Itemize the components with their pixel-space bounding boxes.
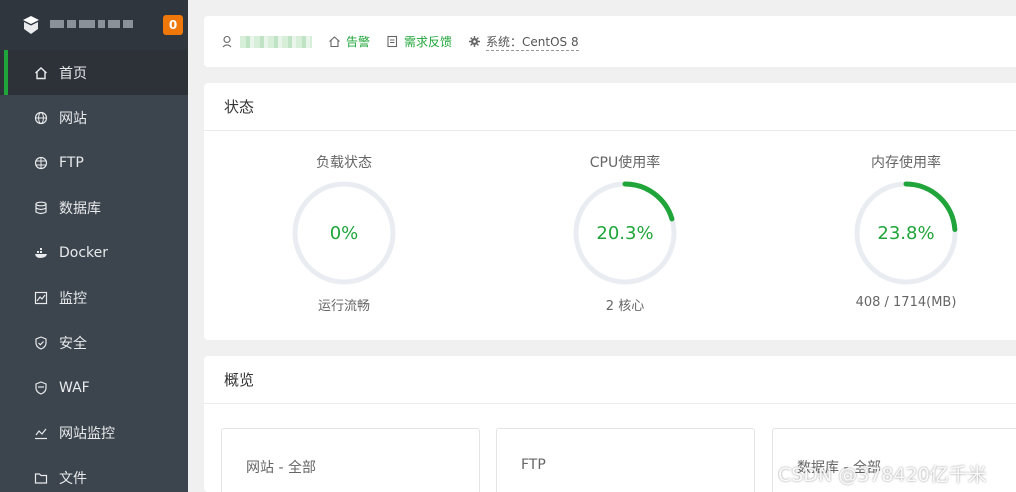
- gauge-value: 20.3%: [596, 223, 653, 244]
- shield-icon: [34, 335, 48, 350]
- sidebar-item-label: 数据库: [59, 200, 101, 217]
- gauge-label: 内存使用率: [871, 155, 941, 171]
- status-panel: 状态 负载状态 0% 运行流畅 CPU使用率 20.3% 2 核心 内存使用率 …: [204, 83, 1016, 340]
- sidebar-item-label: Docker: [59, 244, 109, 261]
- watermark: CSDN @378420亿千米: [778, 464, 987, 486]
- card-label: 网站 - 全部: [246, 460, 316, 476]
- sidebar: 0 首页 网站 FTP 数据库 Docker 监控 安全 WAF 网站监控 文件: [0, 0, 188, 492]
- gauge-label: 负载状态: [316, 155, 372, 171]
- sidebar-item-database[interactable]: 数据库: [0, 185, 188, 230]
- feedback-link[interactable]: 需求反馈: [386, 33, 452, 50]
- overview-title: 概览: [204, 356, 1016, 404]
- sidebar-item-label: 监控: [59, 290, 87, 307]
- cpu-gauge[interactable]: CPU使用率 20.3% 2 核心: [555, 153, 695, 314]
- gauge-value: 23.8%: [877, 223, 934, 244]
- sidebar-item-ftp[interactable]: FTP: [0, 140, 188, 185]
- sidebar-item-label: FTP: [59, 154, 84, 171]
- sidebar-item-home[interactable]: 首页: [0, 50, 188, 95]
- sidebar-item-website[interactable]: 网站: [0, 95, 188, 140]
- gauge-label: CPU使用率: [589, 155, 661, 171]
- sidebar-header: 0: [0, 0, 188, 50]
- system-label: 系统：CentOS 8: [486, 34, 579, 51]
- memory-gauge[interactable]: 内存使用率 23.8% 408 / 1714(MB): [836, 153, 976, 310]
- database-icon: [34, 201, 48, 215]
- home-icon: [34, 66, 48, 80]
- monitor-chart-icon: [34, 291, 48, 305]
- sidebar-item-docker[interactable]: Docker: [0, 230, 188, 275]
- sidebar-item-site-monitor[interactable]: 网站监控: [0, 410, 188, 455]
- notification-badge[interactable]: 0: [163, 15, 183, 35]
- sidebar-item-label: 安全: [59, 335, 87, 352]
- feedback-label: 需求反馈: [404, 35, 453, 49]
- sidebar-item-label: WAF: [59, 379, 90, 396]
- gauge-ring: 0%: [292, 181, 396, 285]
- docker-icon: [34, 246, 48, 260]
- server-hostname-obscured: [50, 16, 140, 32]
- sidebar-menu: 首页 网站 FTP 数据库 Docker 监控 安全 WAF 网站监控 文件: [0, 50, 188, 492]
- site-monitor-icon: [34, 426, 48, 440]
- ftp-globe-icon: [34, 156, 48, 170]
- gauge-ring: 23.8%: [854, 181, 958, 285]
- status-title: 状态: [204, 83, 1016, 131]
- top-info-bar: 告警 需求反馈 系统：CentOS 8: [204, 16, 1016, 67]
- sidebar-item-monitor[interactable]: 监控: [0, 275, 188, 320]
- sidebar-item-label: 文件: [59, 470, 87, 487]
- waf-shield-icon: [34, 380, 48, 395]
- gauge-sub: 2 核心: [605, 299, 645, 314]
- alert-label: 告警: [346, 35, 371, 49]
- load-gauge[interactable]: 负载状态 0% 运行流畅: [274, 153, 414, 314]
- sidebar-item-label: 网站: [59, 110, 87, 127]
- panel-logo-icon[interactable]: [22, 15, 40, 35]
- gauge-sub: 408 / 1714(MB): [855, 295, 957, 310]
- alert-link[interactable]: 告警: [328, 33, 370, 50]
- gauge-ring: 20.3%: [573, 181, 677, 285]
- system-info: 系统：CentOS 8: [468, 33, 579, 51]
- gear-icon: [469, 36, 481, 47]
- gauge-value: 0%: [330, 223, 359, 244]
- gauge-sub: 运行流畅: [317, 299, 370, 314]
- sidebar-item-security[interactable]: 安全: [0, 320, 188, 365]
- overview-card-ftp[interactable]: FTP: [496, 428, 755, 492]
- sidebar-item-label: 首页: [59, 65, 87, 82]
- globe-icon: [34, 111, 48, 125]
- card-label: FTP: [521, 457, 546, 473]
- feedback-doc-icon: [387, 35, 398, 48]
- sidebar-item-files[interactable]: 文件: [0, 455, 188, 492]
- alert-home-icon: [329, 36, 340, 48]
- user-icon: [222, 35, 232, 48]
- folder-icon: [34, 471, 48, 485]
- overview-card-websites[interactable]: 网站 - 全部: [221, 428, 480, 492]
- sidebar-item-waf[interactable]: WAF: [0, 365, 188, 410]
- server-ip-obscured: [240, 35, 312, 48]
- server-ip[interactable]: [222, 35, 312, 48]
- sidebar-item-label: 网站监控: [59, 425, 115, 442]
